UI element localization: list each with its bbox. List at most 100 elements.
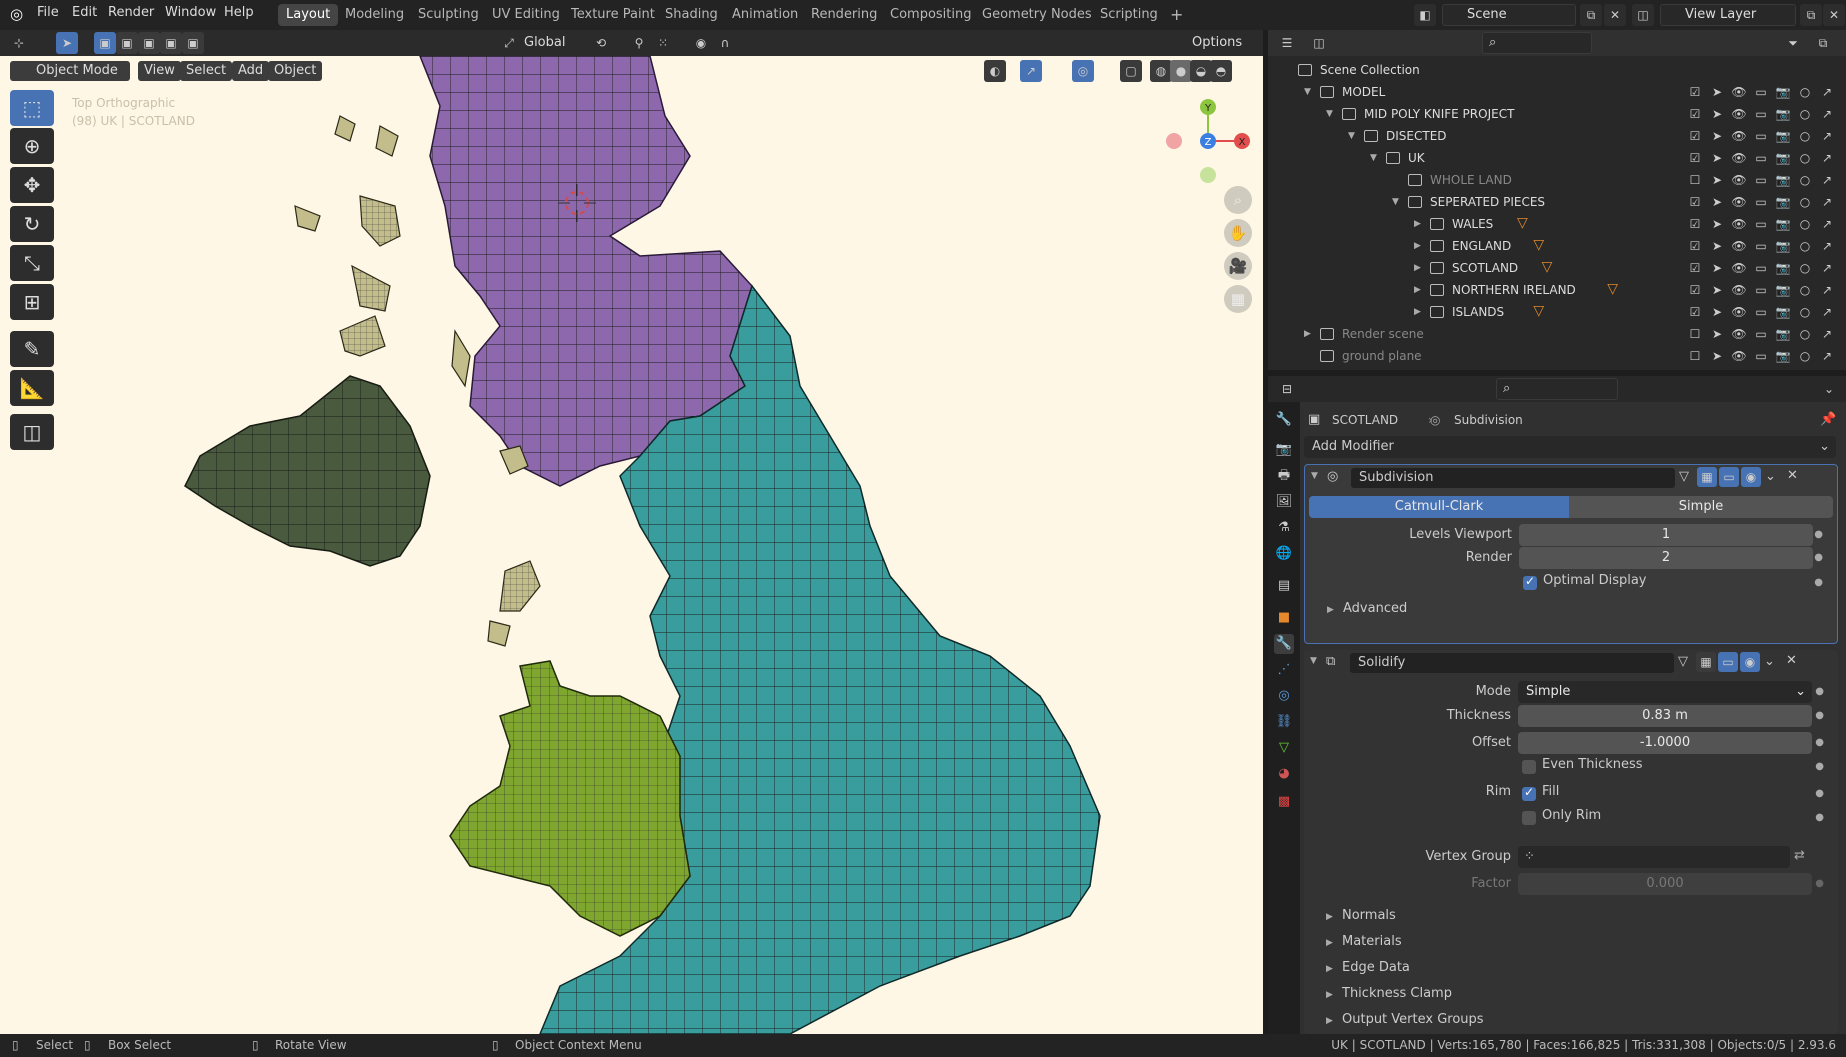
collapse-toggle-icon[interactable]: ▼ xyxy=(1311,471,1318,481)
visibility-eye-icon[interactable]: 👁 xyxy=(1728,125,1750,147)
select-menu[interactable]: Select xyxy=(180,61,233,81)
selectable-icon[interactable]: ➤ xyxy=(1706,279,1728,301)
expand-toggle-icon[interactable]: ▶ xyxy=(1304,323,1311,345)
selectable-icon[interactable]: ➤ xyxy=(1706,169,1728,191)
thickness-field[interactable]: 0.83 m xyxy=(1518,705,1812,727)
viewport-toggle-icon[interactable]: ▭ xyxy=(1718,652,1738,672)
visibility-eye-icon[interactable]: 👁 xyxy=(1728,169,1750,191)
pin-icon[interactable]: 📌 xyxy=(1820,412,1836,427)
render-disable-icon[interactable]: 📷 xyxy=(1772,323,1794,345)
exclude-checkbox-icon[interactable]: ☑ xyxy=(1684,103,1706,125)
outliner-row[interactable]: ground plane ☐ ➤ 👁 ▭ 📷 ○ ↗ xyxy=(1268,345,1846,367)
expand-toggle-icon[interactable]: ▼ xyxy=(1326,103,1333,125)
thickness-clamp-expand-icon[interactable]: ▶ xyxy=(1326,990,1333,1000)
view-layer-field[interactable]: View Layer xyxy=(1660,4,1796,26)
visibility-eye-icon[interactable]: 👁 xyxy=(1728,235,1750,257)
advanced-expand-icon[interactable]: ▶ xyxy=(1327,605,1334,615)
expand-toggle-icon[interactable]: ▼ xyxy=(1348,125,1355,147)
workspace-tab-geometry-nodes[interactable]: Geometry Nodes xyxy=(974,4,1100,26)
render-disable-icon[interactable]: 📷 xyxy=(1772,213,1794,235)
holdout-icon[interactable]: ○ xyxy=(1794,213,1816,235)
camera-view-icon[interactable]: 🎥 xyxy=(1224,252,1252,280)
exclude-checkbox-icon[interactable]: ☑ xyxy=(1684,147,1706,169)
edge-data-subpanel[interactable]: Edge Data xyxy=(1342,960,1410,975)
delete-scene-icon[interactable]: ✕ xyxy=(1604,4,1626,26)
outliner-row[interactable]: WHOLE LAND ☐ ➤ 👁 ▭ 📷 ○ ↗ xyxy=(1268,169,1846,191)
tool-scale-icon[interactable]: ⤡ xyxy=(10,245,54,281)
vertex-group-field[interactable]: ⁘ xyxy=(1518,846,1790,868)
visibility-eye-icon[interactable]: 👁 xyxy=(1728,81,1750,103)
select-tool-icon[interactable]: ➤ xyxy=(56,32,78,54)
selectable-icon[interactable]: ➤ xyxy=(1706,103,1728,125)
holdout-icon[interactable]: ○ xyxy=(1794,147,1816,169)
selectable-icon[interactable]: ➤ xyxy=(1706,213,1728,235)
remove-modifier-icon[interactable]: ✕ xyxy=(1787,468,1798,483)
indirect-only-icon[interactable]: ↗ xyxy=(1816,191,1838,213)
expand-toggle-icon[interactable]: ▼ xyxy=(1392,191,1399,213)
holdout-icon[interactable]: ○ xyxy=(1794,279,1816,301)
on-cage-toggle-icon[interactable]: ▦ xyxy=(1696,652,1716,672)
mesh-data-icon[interactable]: ▽ xyxy=(1607,278,1618,300)
indirect-only-icon[interactable]: ↗ xyxy=(1816,169,1838,191)
exclude-checkbox-icon[interactable]: ☑ xyxy=(1684,191,1706,213)
visibility-eye-icon[interactable]: 👁 xyxy=(1728,323,1750,345)
xray-toggle-icon[interactable]: ▢ xyxy=(1120,60,1142,82)
keyframe-dot-icon[interactable]: ● xyxy=(1815,737,1824,748)
expand-toggle-icon[interactable]: ▼ xyxy=(1370,147,1377,169)
workspace-tab-shading[interactable]: Shading xyxy=(657,4,726,26)
catmull-clark-button[interactable]: Catmull-Clark xyxy=(1309,496,1569,518)
exclude-checkbox-icon[interactable]: ☑ xyxy=(1684,125,1706,147)
holdout-icon[interactable]: ○ xyxy=(1794,169,1816,191)
indirect-only-icon[interactable]: ↗ xyxy=(1816,301,1838,323)
scene-field[interactable]: Scene xyxy=(1442,4,1576,26)
expand-toggle-icon[interactable]: ▼ xyxy=(1304,81,1311,103)
edit-mode-toggle-icon[interactable]: ▽ xyxy=(1678,654,1688,669)
tool-cursor-icon[interactable]: ⊕ xyxy=(10,128,54,164)
add-modifier-dropdown[interactable]: Add Modifier ⌄ xyxy=(1304,436,1836,458)
workspace-tab-layout[interactable]: Layout xyxy=(278,4,339,26)
workspace-tab-texture-paint[interactable]: Texture Paint xyxy=(563,4,663,26)
outliner-row[interactable]: ▼ UK ☑ ➤ 👁 ▭ 📷 ○ ↗ xyxy=(1268,147,1846,169)
outliner-search-input[interactable]: ⌕ xyxy=(1482,32,1592,54)
output-vertex-groups-subpanel[interactable]: Output Vertex Groups xyxy=(1342,1012,1484,1026)
levels-viewport-field[interactable]: 1 xyxy=(1519,524,1813,546)
outliner-filter-icon[interactable]: ⏷ xyxy=(1782,32,1804,54)
tool-add-cube-icon[interactable]: ◫ xyxy=(10,414,54,450)
tab-world-icon[interactable]: 🌐 xyxy=(1274,544,1294,564)
render-levels-field[interactable]: 2 xyxy=(1519,547,1813,569)
visibility-eye-icon[interactable]: 👁 xyxy=(1728,147,1750,169)
exclude-checkbox-icon[interactable]: ☑ xyxy=(1684,257,1706,279)
holdout-icon[interactable]: ○ xyxy=(1794,235,1816,257)
render-disable-icon[interactable]: 📷 xyxy=(1772,81,1794,103)
materials-subpanel[interactable]: Materials xyxy=(1342,934,1402,949)
render-disable-icon[interactable]: 📷 xyxy=(1772,103,1794,125)
viewport-disable-icon[interactable]: ▭ xyxy=(1750,235,1772,257)
render-disable-icon[interactable]: 📷 xyxy=(1772,301,1794,323)
viewport-disable-icon[interactable]: ▭ xyxy=(1750,301,1772,323)
properties-search-input[interactable]: ⌕ xyxy=(1496,378,1618,400)
render-disable-icon[interactable]: 📷 xyxy=(1772,257,1794,279)
render-disable-icon[interactable]: 📷 xyxy=(1772,191,1794,213)
delete-view-layer-icon[interactable]: ✕ xyxy=(1823,4,1845,26)
new-view-layer-icon[interactable]: ⧉ xyxy=(1800,4,1822,26)
render-disable-icon[interactable]: 📷 xyxy=(1772,345,1794,367)
holdout-icon[interactable]: ○ xyxy=(1794,323,1816,345)
selectable-icon[interactable]: ➤ xyxy=(1706,257,1728,279)
tool-rotate-icon[interactable]: ↻ xyxy=(10,206,54,242)
menu-file[interactable]: File xyxy=(37,5,59,20)
holdout-icon[interactable]: ○ xyxy=(1794,345,1816,367)
tab-particles-icon[interactable]: ⋰ xyxy=(1274,660,1294,680)
render-disable-icon[interactable]: 📷 xyxy=(1772,235,1794,257)
indirect-only-icon[interactable]: ↗ xyxy=(1816,323,1838,345)
exclude-checkbox-icon[interactable]: ☑ xyxy=(1684,235,1706,257)
properties-options-icon[interactable]: ⌄ xyxy=(1818,378,1840,400)
select-mode-new-icon[interactable]: ▣ xyxy=(94,32,116,54)
tab-tool-icon[interactable]: 🔧 xyxy=(1274,410,1294,430)
even-thickness-checkbox[interactable] xyxy=(1522,760,1536,774)
snap-toggle-icon[interactable]: ⚲ xyxy=(628,32,650,54)
tab-texture-icon[interactable]: ▩ xyxy=(1274,792,1294,812)
exclude-checkbox-icon[interactable]: ☑ xyxy=(1684,301,1706,323)
viewport-disable-icon[interactable]: ▭ xyxy=(1750,169,1772,191)
viewport-disable-icon[interactable]: ▭ xyxy=(1750,323,1772,345)
shading-wireframe-icon[interactable]: ◍ xyxy=(1150,60,1172,82)
